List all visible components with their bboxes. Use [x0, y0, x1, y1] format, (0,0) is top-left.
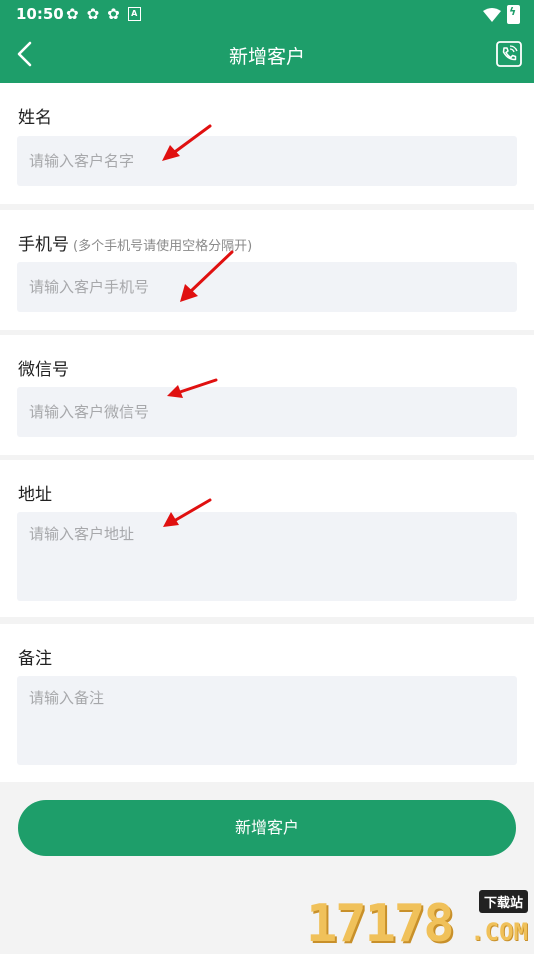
annotation-arrow-icon	[162, 124, 212, 161]
name-label-text: 姓名	[18, 108, 52, 128]
name-input[interactable]: 请输入客户名字	[17, 136, 517, 186]
phone-placeholder: 请输入客户手机号	[29, 278, 150, 296]
app-notification-icon: A	[127, 7, 141, 21]
notification-icons: ✿ ✿ ✿ A	[66, 6, 141, 22]
watermark-digits: 17178	[306, 894, 455, 954]
wechat-input[interactable]: 请输入客户微信号	[17, 387, 517, 437]
add-customer-button[interactable]: 新增客户	[18, 800, 516, 856]
annotation-arrow-icon	[180, 250, 234, 302]
status-time: 10:50	[16, 5, 64, 23]
sync-icon: ✿	[66, 5, 79, 23]
status-bar: 10:50 ✿ ✿ ✿ A	[0, 0, 534, 28]
phone-contact-icon[interactable]	[494, 39, 524, 69]
watermark-badge: 下载站	[478, 890, 528, 913]
annotation-arrow-icon	[167, 378, 218, 398]
remark-label-text: 备注	[18, 649, 52, 669]
wifi-icon	[483, 7, 501, 22]
sync-icon: ✿	[86, 5, 100, 23]
address-input[interactable]: 请输入客户地址	[17, 512, 517, 601]
wechat-label-text: 微信号	[18, 360, 69, 380]
watermark-suffix: .COM	[470, 918, 528, 946]
address-section: 地址 请输入客户地址	[0, 460, 534, 617]
remark-section: 备注 请输入备注	[0, 624, 534, 782]
phone-section: 手机号 (多个手机号请使用空格分隔开) 请输入客户手机号	[0, 210, 534, 330]
wechat-label: 微信号	[18, 355, 69, 380]
page-title: 新增客户	[228, 46, 305, 68]
app-bar: 新增客户	[0, 28, 534, 83]
annotation-arrow-icon	[163, 498, 212, 527]
address-label: 地址	[18, 480, 52, 505]
name-placeholder: 请输入客户名字	[29, 152, 135, 170]
wechat-placeholder: 请输入客户微信号	[29, 403, 150, 421]
name-section: 姓名 请输入客户名字	[0, 83, 534, 204]
remark-input[interactable]: 请输入备注	[17, 676, 517, 765]
phone-input[interactable]: 请输入客户手机号	[17, 262, 517, 312]
system-icons	[483, 5, 520, 24]
address-label-text: 地址	[18, 485, 52, 505]
remark-placeholder: 请输入备注	[29, 689, 105, 707]
phone-label-text: 手机号	[18, 235, 69, 255]
remark-label: 备注	[18, 644, 52, 669]
name-label: 姓名	[18, 103, 52, 128]
address-placeholder: 请输入客户地址	[29, 525, 135, 543]
sync-icon: ✿	[107, 5, 120, 23]
battery-charging-icon	[507, 5, 520, 24]
wechat-section: 微信号 请输入客户微信号	[0, 335, 534, 455]
site-watermark-logo: 17178 下载站 .COM	[306, 890, 530, 954]
